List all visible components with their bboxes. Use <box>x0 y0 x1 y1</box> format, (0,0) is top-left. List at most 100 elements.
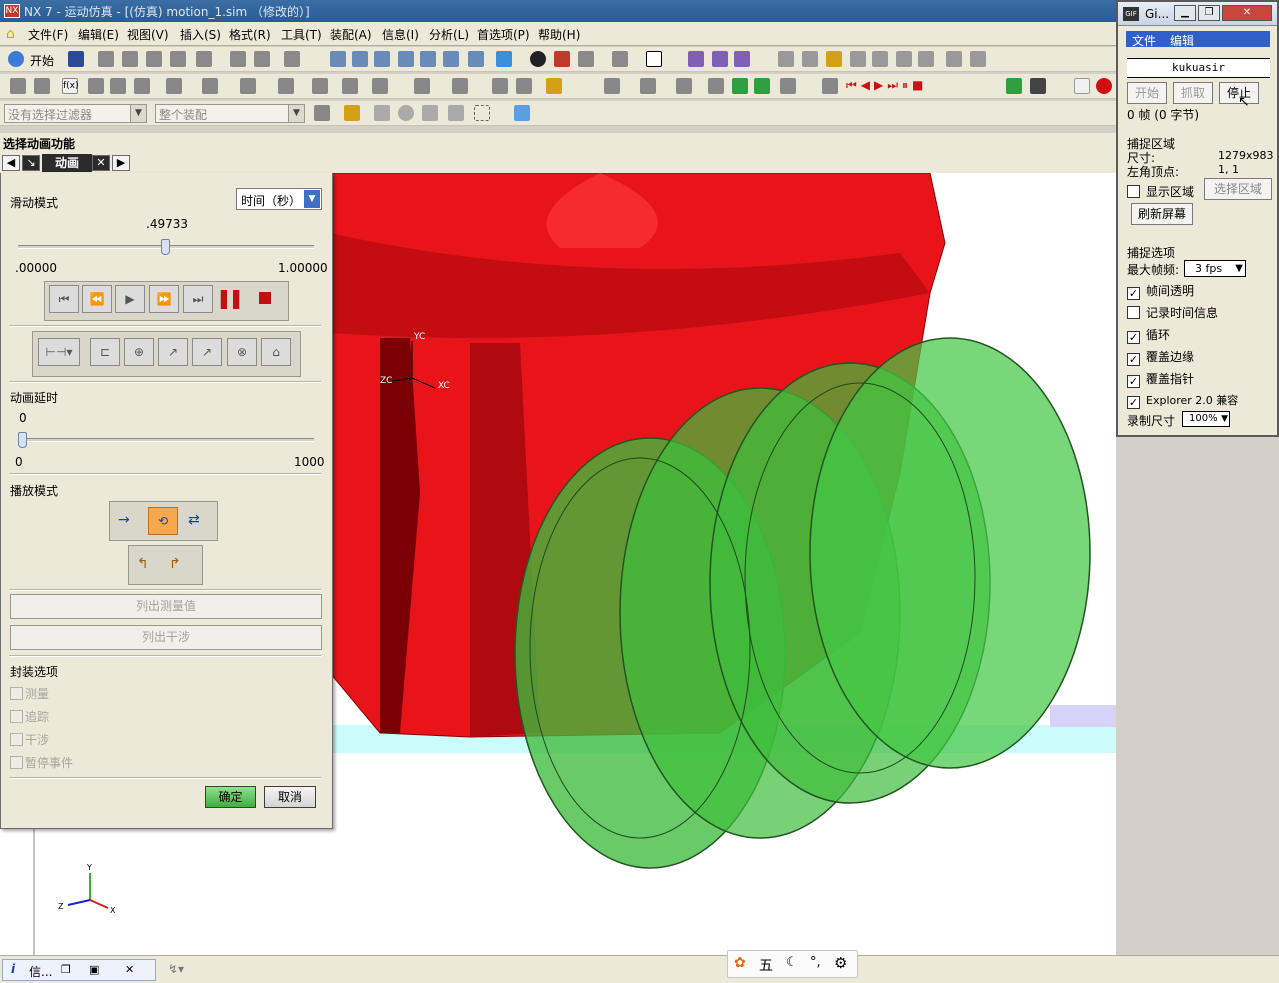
ime-mode[interactable]: 五 <box>759 955 773 975</box>
next-icon[interactable] <box>1006 78 1022 94</box>
menu-edit[interactable]: 编辑(E) <box>78 26 119 43</box>
save-icon[interactable] <box>68 51 84 67</box>
pan-icon[interactable] <box>443 51 459 67</box>
list-measurements-button[interactable]: 列出测量值 <box>10 594 322 619</box>
tab-pin-icon[interactable]: ↘ <box>22 155 40 171</box>
layer-color-icon[interactable] <box>646 51 662 67</box>
menu-insert[interactable]: 插入(S) <box>180 26 221 43</box>
cancel-button[interactable]: 取消 <box>264 786 316 808</box>
trace-icon[interactable] <box>604 78 620 94</box>
playback-controls[interactable]: ⏮◀▶⏭⏸■ <box>846 78 927 93</box>
joint-icon[interactable] <box>88 78 104 94</box>
menu-preferences[interactable]: 首选项(P) <box>477 26 530 43</box>
trace-all-button[interactable]: ↗ <box>192 338 222 366</box>
rack-icon[interactable] <box>134 78 150 94</box>
max-fps-select[interactable]: 3 fps ▼ <box>1184 260 1246 277</box>
slide-mode-select[interactable]: 时间（秒） ▼ <box>236 188 322 210</box>
interference-button[interactable]: ⊗ <box>227 338 257 366</box>
select-area-button[interactable]: 选择区域 <box>1204 178 1272 200</box>
explode-button[interactable]: ↗ <box>158 338 188 366</box>
pause-button[interactable]: ▌▌ <box>221 290 246 309</box>
perspective-icon[interactable] <box>468 51 484 67</box>
menu-analysis[interactable]: 分析(L) <box>429 26 469 43</box>
close-icon[interactable]: ✕ <box>1222 5 1272 21</box>
snap-point-icon[interactable] <box>778 51 794 67</box>
play-once-button[interactable]: → <box>118 512 130 528</box>
delay-slider[interactable] <box>18 438 314 442</box>
step-forward-button[interactable]: ⏩ <box>149 285 179 313</box>
snap-mid-icon[interactable] <box>850 51 866 67</box>
select-feature-icon[interactable] <box>448 105 464 121</box>
refresh-screen-button[interactable]: 刷新屏幕 <box>1131 203 1193 225</box>
snapshot-button[interactable]: ⊏ <box>90 338 120 366</box>
zoom-window-icon[interactable] <box>374 51 390 67</box>
fit-icon[interactable] <box>330 51 346 67</box>
select-face-icon[interactable] <box>422 105 438 121</box>
track-frame-button[interactable]: ⊕ <box>124 338 154 366</box>
punctuation-icon[interactable]: °, <box>810 955 821 970</box>
type-filter-select[interactable]: 没有选择过滤器 ▼ <box>4 104 147 123</box>
orient-view-icon[interactable] <box>530 51 546 67</box>
spring-icon[interactable] <box>166 78 182 94</box>
menu-assembly[interactable]: 装配(A) <box>330 26 372 43</box>
command-finder-icon[interactable] <box>284 51 300 67</box>
anim-export-icon[interactable] <box>822 78 838 94</box>
gif-start-button[interactable]: 开始 <box>1127 82 1167 104</box>
menu-tools[interactable]: 工具(T) <box>281 26 322 43</box>
motion-navigator-icon[interactable] <box>10 78 26 94</box>
marker-icon[interactable] <box>342 78 358 94</box>
select-all-icon[interactable] <box>374 105 390 121</box>
sensor-icon[interactable] <box>372 78 388 94</box>
zoom-in-out-icon[interactable] <box>398 51 414 67</box>
measure-distance-icon[interactable] <box>946 51 962 67</box>
play-button[interactable]: ▶ <box>115 285 145 313</box>
articulation-icon[interactable] <box>492 78 508 94</box>
flag-icon[interactable] <box>1030 78 1046 94</box>
menu-view[interactable]: 视图(V) <box>127 26 169 43</box>
snap-end-icon[interactable] <box>826 51 842 67</box>
rotate-icon[interactable] <box>420 51 436 67</box>
loop-button[interactable]: ⟲ <box>148 507 178 535</box>
minimize-icon[interactable]: ▁ <box>1174 5 1196 21</box>
time-slider-thumb[interactable] <box>161 239 171 255</box>
reverse-play-button[interactable]: ↰ <box>137 556 149 572</box>
wcs-icon[interactable] <box>688 51 704 67</box>
restore-icon[interactable]: ❐ <box>1198 5 1220 21</box>
torque-icon[interactable] <box>278 78 294 94</box>
render-style-icon[interactable] <box>496 51 512 67</box>
undo-icon[interactable] <box>196 51 212 67</box>
function-icon[interactable]: f(x) <box>62 78 79 94</box>
stop-button[interactable] <box>259 292 271 304</box>
start-button[interactable]: 开始 <box>30 52 54 69</box>
display-wcs-icon[interactable] <box>712 51 728 67</box>
reset-icon[interactable] <box>780 78 796 94</box>
tab-animation[interactable]: 动画 <box>42 154 92 172</box>
app-menu-icon[interactable]: ⌂ <box>6 26 22 42</box>
page-icon[interactable] <box>1074 78 1090 94</box>
restore-icon[interactable]: ❐ <box>61 963 71 976</box>
fast-forward-button[interactable]: ⏭ <box>183 285 213 313</box>
point-icon[interactable] <box>802 51 818 67</box>
home-position-button[interactable]: ⌂ <box>261 338 291 366</box>
cut-icon[interactable] <box>98 51 114 67</box>
step-back-button[interactable]: ⏪ <box>82 285 112 313</box>
delete-icon[interactable] <box>170 51 186 67</box>
rectangle-select-icon[interactable] <box>474 105 490 121</box>
menu-help[interactable]: 帮助(H) <box>538 26 580 43</box>
ok-button[interactable]: 确定 <box>205 786 256 808</box>
menu-info[interactable]: 信息(I) <box>382 26 419 43</box>
reverse-loop-button[interactable]: ↱ <box>169 556 181 572</box>
package-trace-checkbox[interactable]: 追踪 <box>10 708 49 725</box>
selection-icon[interactable]: ↯▾ <box>168 962 184 976</box>
tab-prev-button[interactable]: ◀ <box>2 155 20 171</box>
option-cover-edges[interactable]: ✓ 覆盖边缘 <box>1127 348 1194 366</box>
background-icon[interactable] <box>554 51 570 67</box>
graph-icon[interactable] <box>546 78 562 94</box>
orient-wcs-icon[interactable] <box>734 51 750 67</box>
snap-center-icon[interactable] <box>896 51 912 67</box>
force-icon[interactable] <box>240 78 256 94</box>
paw-icon[interactable]: ✿ <box>734 955 746 971</box>
filter-settings-icon[interactable] <box>314 105 330 121</box>
explode-icon[interactable] <box>640 78 656 94</box>
edge-icon[interactable] <box>612 51 628 67</box>
